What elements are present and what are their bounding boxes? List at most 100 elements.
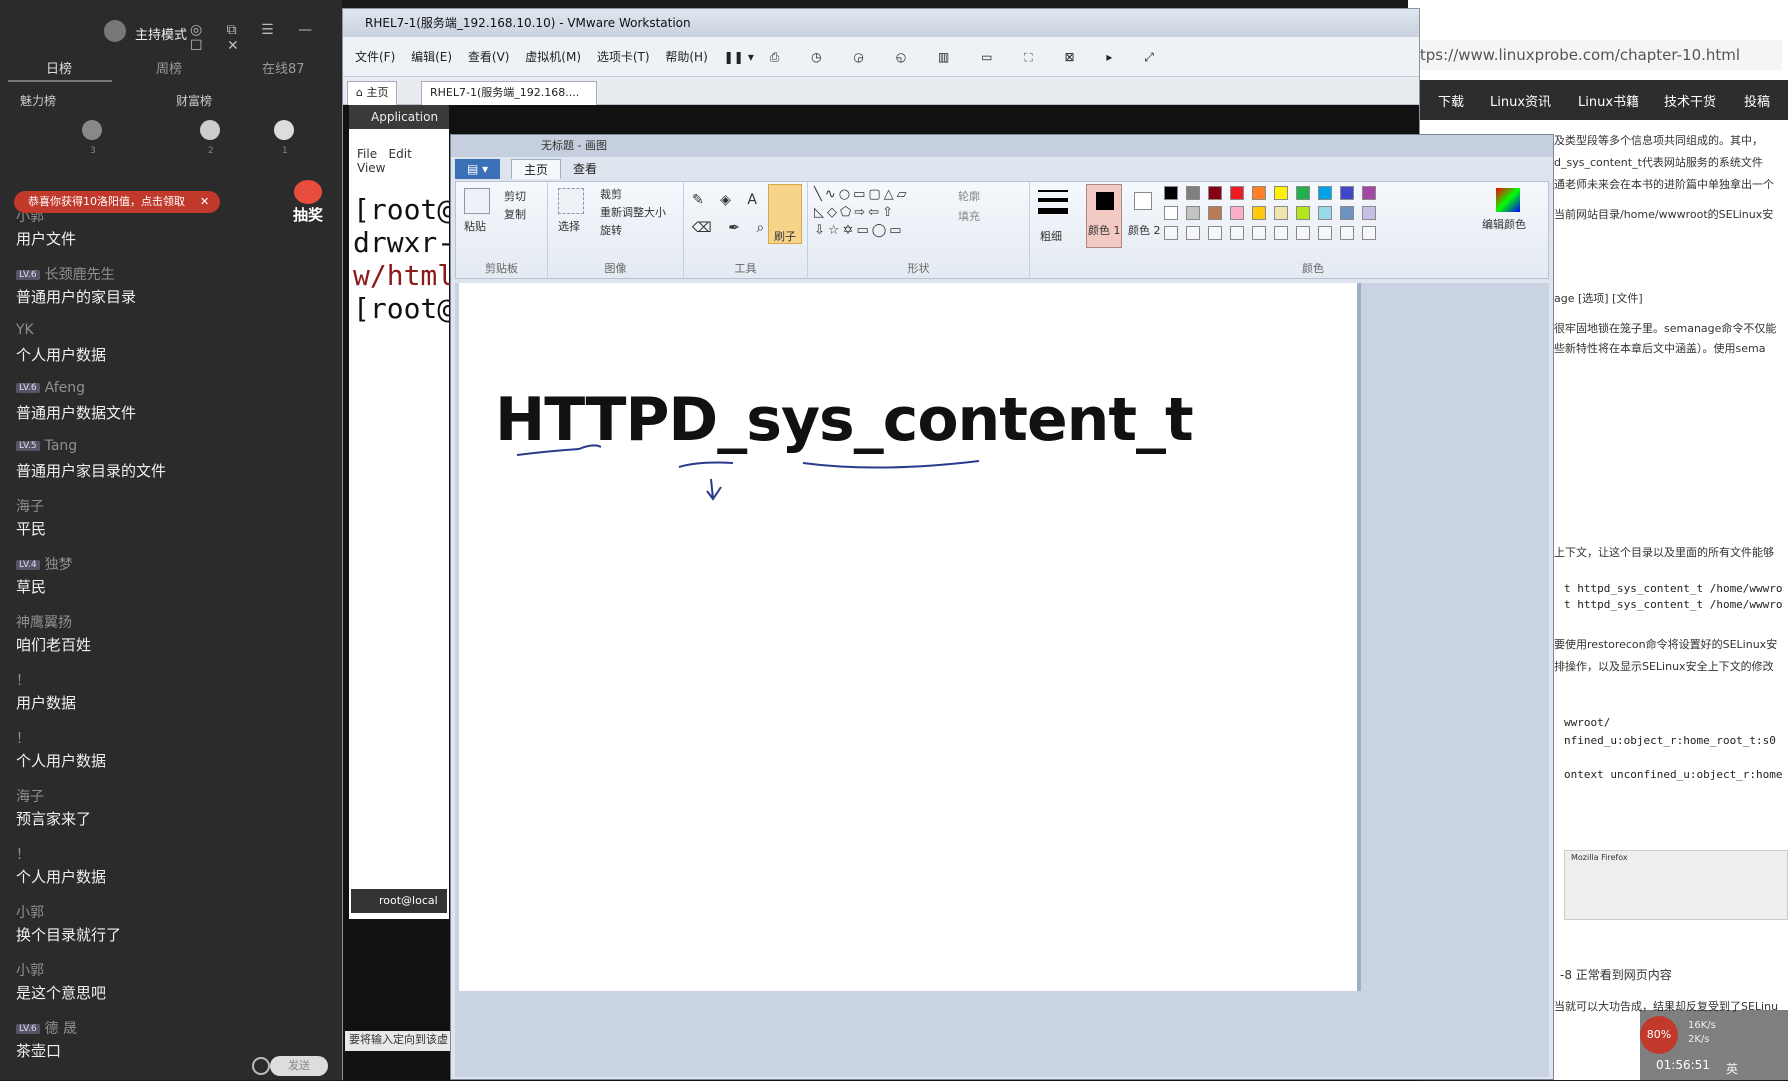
color-swatch[interactable] (1252, 186, 1266, 200)
color-swatch[interactable] (1318, 206, 1332, 220)
edit-colors-icon[interactable] (1496, 188, 1520, 212)
select-button[interactable]: 选择 (558, 218, 580, 234)
color-swatch[interactable] (1230, 186, 1244, 200)
tab-vm[interactable]: RHEL7-1(服务端_192.168.... ✕ (421, 81, 597, 121)
color-swatch[interactable] (1164, 206, 1178, 220)
color-swatch[interactable] (1340, 186, 1354, 200)
menu-help[interactable]: 帮助(H) (665, 50, 707, 64)
gnome-applications-menu[interactable]: Application (349, 105, 449, 129)
wealth-rank-label[interactable]: 财富榜 (176, 92, 212, 109)
shape-gallery[interactable]: ╲∿○▭▢△▱ ◺◇⬠⇨⇦⇧ ⇩☆✡▭◯▭ (814, 186, 910, 240)
nav-item[interactable]: 下载 (1438, 91, 1464, 110)
terminal-menu-edit[interactable]: Edit (389, 147, 412, 161)
terminal-menu-file[interactable]: File (357, 147, 377, 161)
group-label: 形状 (907, 262, 930, 275)
menu-edit[interactable]: 编辑(E) (411, 50, 452, 64)
empty-swatch[interactable] (1362, 226, 1376, 240)
color-swatch[interactable] (1274, 186, 1288, 200)
color-swatch[interactable] (1362, 186, 1376, 200)
nav-item[interactable]: 技术干货 (1664, 91, 1716, 110)
tab-online[interactable]: 在线87 (262, 58, 305, 77)
tab-weekly[interactable]: 周榜 (156, 58, 182, 77)
empty-swatch[interactable] (1274, 226, 1288, 240)
menu-vm[interactable]: 虚拟机(M) (525, 50, 581, 64)
color-swatch[interactable] (1318, 186, 1332, 200)
color-swatch[interactable] (1208, 206, 1222, 220)
size-control[interactable]: 粗细 (1030, 182, 1076, 278)
nav-item[interactable]: Linux书籍 (1578, 91, 1639, 110)
close-icon[interactable]: ✕ (200, 191, 209, 213)
address-bar[interactable]: ttps://www.linuxprobe.com/chapter-10.htm… (1412, 40, 1782, 70)
nav-item[interactable]: Linux资讯 (1490, 91, 1551, 110)
article-text: 通老师未来会在本书的进阶篇中单独拿出一个 (1554, 178, 1774, 191)
canvas-resize-handle[interactable] (1357, 283, 1361, 991)
menu-file[interactable]: 文件(F) (355, 50, 395, 64)
toolbar-icons[interactable]: ⎙ ◷ ◶ ◵ ▥ ▭ ⛶ ⊠ ▸ ⤢ (770, 50, 1168, 64)
reward-banner[interactable]: 恭喜你获得10洛阳值，点击领取 ✕ (14, 191, 220, 213)
empty-swatch[interactable] (1296, 226, 1310, 240)
live-chat-panel: 主持模式 ◎ ⧉ ☰ — ☐ ✕ 日榜 周榜 在线87 魅力榜 财富榜 3 2 … (0, 0, 342, 1080)
terminal-menu-view[interactable]: View (357, 161, 385, 175)
resize-button[interactable]: 重新调整大小 (600, 204, 666, 220)
color-swatch[interactable] (1186, 186, 1200, 200)
empty-swatch[interactable] (1186, 226, 1200, 240)
paste-button[interactable]: 粘贴 (464, 218, 486, 234)
lottery-button[interactable]: 抽奖 (288, 180, 328, 224)
color-swatch[interactable] (1230, 206, 1244, 220)
pause-icon[interactable]: ❚❚ ▾ (724, 50, 754, 64)
color-swatch[interactable] (1164, 186, 1178, 200)
size-line (1038, 198, 1068, 202)
menu-view[interactable]: 查看(V) (468, 50, 510, 64)
color-swatch[interactable] (1362, 206, 1376, 220)
empty-swatch[interactable] (1230, 226, 1244, 240)
host-mode-label: 主持模式 (135, 28, 188, 43)
paste-icon[interactable] (464, 188, 490, 214)
color2-swatch[interactable] (1134, 192, 1152, 210)
ime-indicator[interactable]: 英 (1726, 1060, 1738, 1077)
tool-icons[interactable]: ✎ ◈ A (692, 192, 763, 208)
color-swatch[interactable] (1274, 206, 1288, 220)
empty-swatch[interactable] (1318, 226, 1332, 240)
tool-icons[interactable]: ⌫ ✒ ⌕ (692, 220, 770, 236)
rotate-button[interactable]: 旋转 (600, 222, 622, 238)
empty-swatch[interactable] (1208, 226, 1222, 240)
menu-tabs[interactable]: 选项卡(T) (597, 50, 650, 64)
reward-banner-text: 恭喜你获得10洛阳值，点击领取 (28, 195, 185, 208)
tab-daily[interactable]: 日榜 (46, 58, 72, 77)
rank-avatar[interactable] (200, 120, 220, 140)
chat-send-button[interactable]: 发送 (270, 1056, 328, 1076)
empty-swatch[interactable] (1252, 226, 1266, 240)
copy-button[interactable]: 复制 (504, 206, 526, 222)
charm-rank-label[interactable]: 魅力榜 (20, 92, 56, 109)
fill-button[interactable]: 填充 (958, 208, 980, 224)
color-swatch[interactable] (1296, 186, 1310, 200)
tab-home[interactable]: 主页 (511, 159, 562, 179)
color-swatch[interactable] (1252, 206, 1266, 220)
color-swatch[interactable] (1186, 206, 1200, 220)
crop-button[interactable]: 裁剪 (600, 186, 622, 202)
brush-button[interactable]: 刷子 (774, 228, 796, 244)
rank-avatar[interactable] (274, 120, 294, 140)
color-swatch[interactable] (1340, 206, 1354, 220)
tab-home[interactable]: ⌂ 主页 (347, 81, 398, 105)
outline-button[interactable]: 轮廓 (958, 188, 980, 204)
msg-user: 小郭 (16, 963, 44, 979)
empty-swatch[interactable] (1340, 226, 1354, 240)
terminal-window[interactable]: File Edit View [root@ drwxr- w/html [roo… (349, 129, 454, 919)
rank-number: 1 (282, 146, 288, 156)
nav-item[interactable]: 投稿 (1744, 91, 1770, 110)
select-icon[interactable] (558, 188, 584, 214)
drawing-canvas[interactable]: HTTPD_sys_content_t (459, 283, 1357, 991)
tab-view[interactable]: 查看 (561, 159, 609, 179)
cpu-meter[interactable]: 80% (1640, 1016, 1678, 1054)
rank-avatar[interactable] (82, 120, 102, 140)
window-controls[interactable]: ◎ ⧉ ☰ — ☐ ✕ (190, 22, 342, 54)
color-swatch[interactable] (1296, 206, 1310, 220)
edit-colors-button[interactable]: 编辑颜色 (1482, 216, 1526, 232)
taskbar-terminal-button[interactable]: root@local (351, 889, 447, 913)
cut-button[interactable]: 剪切 (504, 188, 526, 204)
file-menu-button[interactable]: ▤ ▾ (455, 159, 501, 179)
emoji-icon[interactable] (252, 1057, 270, 1075)
empty-swatch[interactable] (1164, 226, 1178, 240)
color-swatch[interactable] (1208, 186, 1222, 200)
